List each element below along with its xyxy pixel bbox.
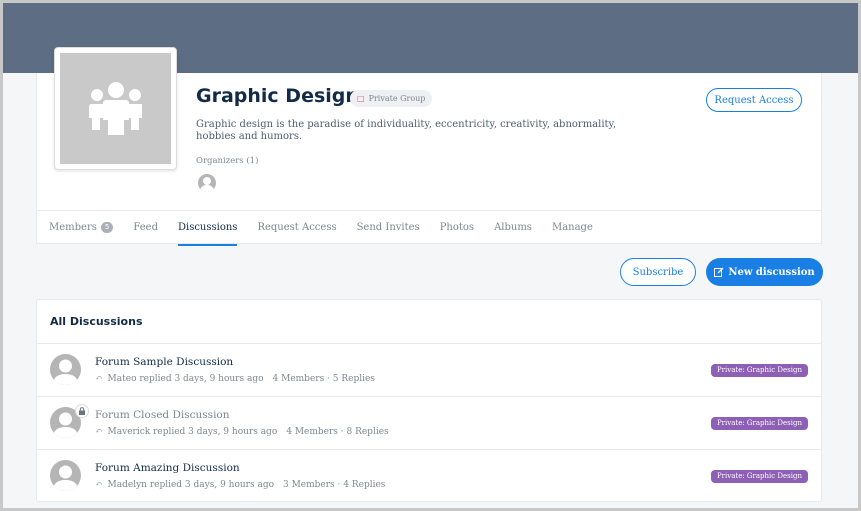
discussion-row[interactable]: Forum Sample Discussion ↶ Mateo replied …	[37, 344, 821, 397]
tab-send-invites[interactable]: Send Invites	[357, 211, 420, 245]
discussion-row[interactable]: Forum Amazing Discussion ↶ Madelyn repli…	[37, 450, 821, 503]
members-replies: 4 Members · 8 Replies	[286, 427, 389, 437]
avatar	[50, 460, 81, 491]
members-replies: 4 Members · 5 Replies	[272, 374, 375, 384]
group-icon	[88, 81, 142, 135]
tab-members[interactable]: Members 5	[49, 211, 114, 245]
tab-discussions[interactable]: Discussions	[177, 211, 238, 246]
discussion-title[interactable]: Forum Closed Discussion	[95, 409, 230, 421]
discussion-meta: ↶ Madelyn replied 3 days, 9 hours ago 3 …	[95, 480, 385, 490]
tab-members-label: Members	[49, 222, 97, 233]
group-avatar	[54, 47, 177, 170]
discussions-title: All Discussions	[50, 315, 143, 328]
tab-albums[interactable]: Albums	[494, 211, 532, 245]
last-reply: Madelyn replied 3 days, 9 hours ago	[107, 480, 274, 490]
last-reply: Maverick replied 3 days, 9 hours ago	[107, 427, 278, 437]
tab-feed[interactable]: Feed	[133, 211, 158, 245]
discussions-panel: All Discussions Forum Sample Discussion …	[36, 299, 822, 502]
group-nav-tabs: Members 5 Feed Discussions Request Acces…	[36, 210, 822, 246]
new-discussion-label: New discussion	[728, 266, 815, 278]
edit-icon	[714, 267, 724, 277]
discussion-title[interactable]: Forum Amazing Discussion	[95, 462, 240, 474]
group-title: Graphic Design	[196, 85, 359, 107]
new-discussion-button[interactable]: New discussion	[706, 258, 823, 286]
organizers-label: Organizers (1)	[196, 156, 259, 166]
reply-icon: ↶	[95, 427, 103, 437]
discussion-title[interactable]: Forum Sample Discussion	[95, 356, 233, 368]
subscribe-button[interactable]: Subscribe	[620, 258, 696, 286]
last-reply: Mateo replied 3 days, 9 hours ago	[107, 374, 264, 384]
tab-request-access[interactable]: Request Access	[257, 211, 336, 245]
request-access-button[interactable]: Request Access	[706, 88, 802, 112]
lock-icon: □	[357, 94, 365, 103]
discussion-row[interactable]: Forum Closed Discussion ↶ Maverick repli…	[37, 397, 821, 450]
reply-icon: ↶	[95, 480, 103, 490]
group-description: Graphic design is the paradise of indivi…	[196, 119, 617, 142]
avatar	[50, 354, 81, 385]
discussion-meta: ↶ Maverick replied 3 days, 9 hours ago 4…	[95, 427, 389, 437]
group-tag[interactable]: Private: Graphic Design	[710, 417, 808, 430]
organizer-avatar[interactable]	[198, 174, 216, 192]
group-tag[interactable]: Private: Graphic Design	[710, 470, 808, 483]
members-count-badge: 5	[100, 222, 114, 233]
privacy-label: Private Group	[368, 94, 426, 103]
members-replies: 3 Members · 4 Replies	[283, 480, 386, 490]
tab-photos[interactable]: Photos	[440, 211, 474, 245]
group-tag[interactable]: Private: Graphic Design	[710, 364, 808, 377]
lock-icon	[75, 404, 89, 418]
tab-manage[interactable]: Manage	[552, 211, 593, 245]
discussion-meta: ↶ Mateo replied 3 days, 9 hours ago 4 Me…	[95, 374, 375, 384]
privacy-badge: □ Private Group	[350, 90, 433, 107]
reply-icon: ↶	[95, 374, 103, 384]
